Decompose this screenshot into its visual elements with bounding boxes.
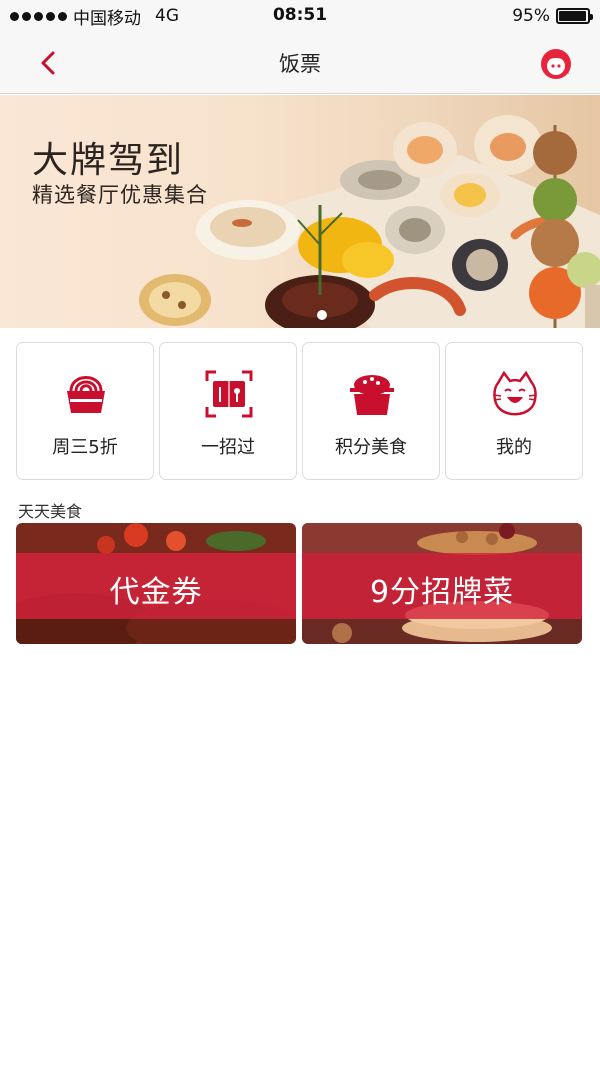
carousel-page-indicator <box>317 310 327 320</box>
banner-title: 大牌驾到 <box>32 140 185 181</box>
rice-box-icon <box>350 375 394 415</box>
banner-food-image <box>139 115 600 328</box>
quick-menu: 周三5折 一招过 积分美食 我的 <box>16 342 583 480</box>
menu-item-label: 一招过 <box>201 437 255 458</box>
navigation-bar: 饭票 <box>0 32 600 94</box>
promo-card-voucher[interactable]: 代金券 <box>16 523 296 644</box>
ticket-scan-icon <box>205 370 253 418</box>
menu-item-label: 我的 <box>496 437 532 458</box>
status-bar: 中国移动 4G 08:51 95% <box>0 0 600 32</box>
promo-banner[interactable]: 大牌驾到 精选餐厅优惠集合 <box>0 95 600 328</box>
menu-item-one-scan[interactable]: 一招过 <box>159 342 297 480</box>
section-title: 天天美食 <box>18 502 83 521</box>
banner-subtitle: 精选餐厅优惠集合 <box>32 183 208 207</box>
menu-item-label: 周三5折 <box>52 437 118 458</box>
battery-percent: 95% <box>512 6 550 26</box>
menu-item-label: 积分美食 <box>335 437 407 458</box>
cat-face-icon <box>493 370 537 416</box>
promo-card-signature-dish[interactable]: 9分招牌菜 <box>302 523 582 644</box>
page-title: 饭票 <box>279 52 321 76</box>
status-right: 95% <box>512 5 593 27</box>
menu-item-wednesday-discount[interactable]: 周三5折 <box>16 342 154 480</box>
noodle-bowl-icon <box>67 376 105 413</box>
promo-card-label: 代金券 <box>109 575 203 610</box>
menu-item-points-food[interactable]: 积分美食 <box>302 342 440 480</box>
battery-icon <box>556 8 593 24</box>
status-time: 08:51 <box>272 5 328 25</box>
menu-item-mine[interactable]: 我的 <box>445 342 583 480</box>
promo-card-label: 9分招牌菜 <box>369 575 515 610</box>
customer-service-icon <box>541 49 571 79</box>
customer-service-button[interactable] <box>536 44 576 84</box>
